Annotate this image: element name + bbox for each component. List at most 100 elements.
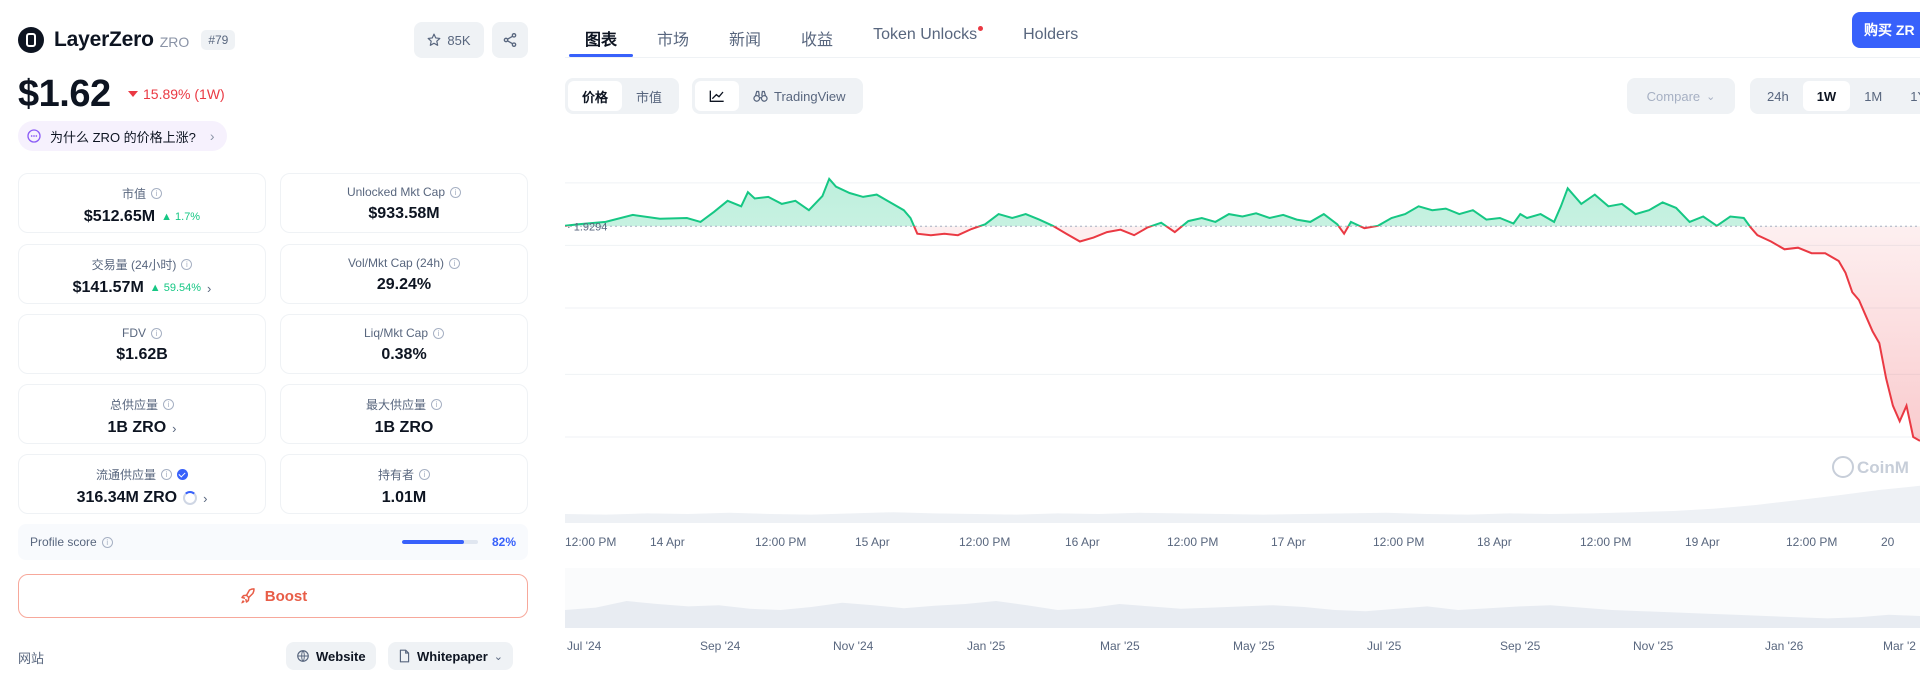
x-tick-label: 12:00 PM bbox=[1167, 535, 1218, 549]
info-icon[interactable]: i bbox=[161, 469, 172, 480]
share-button[interactable] bbox=[492, 22, 528, 58]
chart-mode-toggle: 价格 市值 bbox=[565, 78, 680, 114]
binoculars-icon bbox=[753, 90, 768, 102]
stat-volume-24h[interactable]: 交易量 (24小时) i $141.57M ▲ 59.54% › bbox=[18, 244, 266, 304]
document-icon bbox=[399, 649, 410, 663]
layerzero-logo-icon bbox=[18, 27, 44, 53]
why-price-label: 为什么 ZRO 的价格上涨? bbox=[50, 129, 196, 145]
stat-value: 29.24% bbox=[376, 276, 432, 293]
watchlist-button[interactable]: 85K bbox=[414, 22, 484, 58]
navigator-label: Sep '25 bbox=[1500, 639, 1541, 653]
stat-liq-mkt-cap: Liq/Mkt Cap i 0.38% bbox=[280, 314, 528, 374]
price-change-value: 15.89% (1W) bbox=[143, 86, 225, 102]
navigator-label: Mar '2 bbox=[1883, 639, 1916, 653]
navigator-label: Jul '24 bbox=[567, 639, 602, 653]
stat-value: $933.58M bbox=[368, 205, 440, 222]
x-tick-label: 12:00 PM bbox=[1786, 535, 1837, 549]
rocket-icon bbox=[240, 588, 255, 604]
tab-token-unlocks[interactable]: Token Unlocks bbox=[853, 16, 1003, 56]
navigator-label: Mar '25 bbox=[1100, 639, 1140, 653]
stat-value: 1B ZRO bbox=[374, 419, 434, 436]
stat-value: $1.62B bbox=[116, 346, 168, 363]
tradingview-label: TradingView bbox=[774, 88, 846, 104]
info-icon[interactable]: i bbox=[163, 399, 174, 410]
website-link[interactable]: Website bbox=[286, 642, 376, 670]
info-icon[interactable]: i bbox=[151, 188, 162, 199]
navigator-label: Jul '25 bbox=[1367, 639, 1402, 653]
boost-button[interactable]: Boost bbox=[18, 574, 528, 618]
ai-chat-icon bbox=[27, 129, 41, 143]
info-icon[interactable]: i bbox=[450, 186, 462, 198]
info-icon[interactable]: i bbox=[449, 257, 461, 269]
profile-score-bar bbox=[402, 540, 478, 544]
whitepaper-link[interactable]: Whitepaper ⌄ bbox=[388, 642, 514, 670]
range-1w[interactable]: 1W bbox=[1802, 81, 1851, 111]
info-icon[interactable]: i bbox=[181, 259, 193, 270]
coin-header: LayerZero ZRO #79 bbox=[18, 22, 236, 58]
why-price-button[interactable]: 为什么 ZRO 的价格上涨? › bbox=[18, 121, 227, 151]
tab-markets[interactable]: 市场 bbox=[637, 16, 709, 56]
price-change: 15.89% (1W) bbox=[128, 86, 225, 102]
range-24h[interactable]: 24h bbox=[1753, 81, 1803, 111]
stat-value: $512.65M bbox=[83, 208, 156, 225]
mode-price[interactable]: 价格 bbox=[568, 81, 623, 111]
info-icon[interactable]: i bbox=[151, 327, 162, 339]
mode-market-cap[interactable]: 市值 bbox=[622, 81, 676, 111]
line-chart-icon bbox=[709, 90, 724, 102]
info-icon[interactable]: i bbox=[419, 469, 430, 480]
chevron-down-icon: ⌄ bbox=[1706, 90, 1716, 103]
navigator-label: Jan '25 bbox=[967, 639, 1006, 653]
coin-symbol: ZRO bbox=[159, 33, 190, 50]
profile-score: Profile score i 82% bbox=[18, 524, 528, 560]
verified-icon bbox=[177, 469, 188, 480]
tradingview-option[interactable]: TradingView bbox=[739, 81, 860, 111]
range-1y[interactable]: 1Y bbox=[1896, 81, 1920, 111]
navigator-label: Jan '26 bbox=[1765, 639, 1804, 653]
profile-score-percent: 82% bbox=[491, 535, 516, 549]
x-tick-label: 12:00 PM bbox=[565, 535, 616, 549]
stat-total-supply[interactable]: 总供应量 i 1B ZRO › bbox=[18, 384, 266, 444]
boost-label: Boost bbox=[264, 587, 308, 605]
stat-label: FDV bbox=[122, 326, 146, 340]
chevron-right-icon: › bbox=[209, 128, 215, 144]
profile-score-fill bbox=[402, 540, 465, 544]
chevron-down-icon: ⌄ bbox=[493, 650, 504, 663]
line-chart-option[interactable] bbox=[695, 81, 739, 111]
x-tick-label: 17 Apr bbox=[1271, 535, 1306, 549]
x-tick-label: 15 Apr bbox=[855, 535, 890, 549]
stat-circulating-supply[interactable]: 流通供应量 i 316.34M ZRO › bbox=[18, 454, 266, 514]
navigator-label: Nov '25 bbox=[1633, 639, 1674, 653]
buy-button[interactable]: 购买 ZR bbox=[1852, 12, 1920, 48]
watermark-logo-icon bbox=[1832, 456, 1854, 478]
stat-change-value: 59.54% bbox=[163, 282, 202, 294]
info-icon[interactable]: i bbox=[101, 536, 113, 548]
info-icon[interactable]: i bbox=[431, 399, 442, 410]
stat-label: 最大供应量 bbox=[365, 398, 426, 412]
price-chart[interactable]: · 1.9294 CoinM 12:00 PM 14 Apr 12:00 PM 15 Ap… bbox=[565, 128, 1920, 675]
tab-chart[interactable]: 图表 bbox=[565, 16, 637, 57]
stat-vol-mkt-cap: Vol/Mkt Cap (24h) i 29.24% bbox=[280, 244, 528, 304]
time-range-toggle: 24h 1W 1M 1Y bbox=[1750, 78, 1920, 114]
down-triangle-icon bbox=[128, 91, 138, 97]
compare-label: Compare bbox=[1646, 88, 1701, 104]
profile-score-label: Profile score bbox=[30, 535, 97, 549]
navigator-label: Sep '24 bbox=[700, 639, 741, 653]
stat-fdv: FDV i $1.62B bbox=[18, 314, 266, 374]
tab-news[interactable]: 新闻 bbox=[709, 16, 781, 56]
stat-change-up: ▲ 1.7% bbox=[161, 211, 201, 223]
x-tick-label: 16 Apr bbox=[1065, 535, 1100, 549]
volume-area bbox=[565, 485, 1920, 523]
website-label: Website bbox=[316, 648, 366, 664]
info-icon[interactable]: i bbox=[433, 327, 445, 339]
tabs-divider bbox=[565, 57, 1920, 58]
stat-label: Vol/Mkt Cap (24h) bbox=[347, 256, 445, 270]
range-1m[interactable]: 1M bbox=[1850, 81, 1896, 111]
x-tick-label: 20 bbox=[1881, 535, 1895, 549]
chevron-right-icon: › bbox=[207, 280, 212, 296]
x-tick-label: 18 Apr bbox=[1477, 535, 1512, 549]
tab-yield[interactable]: 收益 bbox=[781, 16, 853, 56]
tab-holders[interactable]: Holders bbox=[1003, 16, 1098, 56]
compare-dropdown[interactable]: Compare ⌄ bbox=[1627, 78, 1735, 114]
x-tick-label: 12:00 PM bbox=[755, 535, 806, 549]
star-icon bbox=[428, 33, 441, 46]
